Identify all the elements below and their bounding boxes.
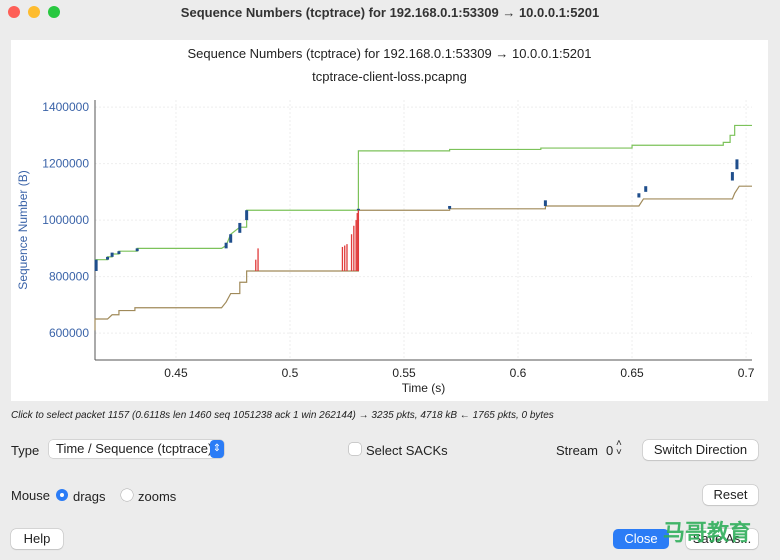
- type-value: Time / Sequence (tcptrace): [56, 441, 213, 456]
- zooms-label: zooms: [138, 489, 177, 504]
- chart-subtitle: tcptrace-client-loss.pcapng: [312, 69, 467, 84]
- watermark-logo: 马哥教育: [663, 520, 752, 545]
- minimize-window-icon[interactable]: [28, 6, 40, 18]
- type-select[interactable]: Time / Sequence (tcptrace) ⇕: [49, 440, 224, 458]
- graph-panel[interactable]: Sequence Numbers (tcptrace) for 192.168.…: [11, 40, 768, 401]
- switch-direction-button[interactable]: Switch Direction: [643, 440, 758, 460]
- close-window-icon[interactable]: [8, 6, 20, 18]
- zooms-radio[interactable]: [121, 489, 133, 501]
- stream-stepper[interactable]: ˄ ˅: [616, 439, 622, 458]
- mouse-label: Mouse: [11, 488, 51, 503]
- title-bar: Sequence Numbers (tcptrace) for 192.168.…: [0, 0, 780, 24]
- chart-title: Sequence Numbers (tcptrace) for 192.168.…: [187, 46, 592, 61]
- help-button[interactable]: Help: [11, 529, 63, 549]
- select-sacks-checkbox[interactable]: [349, 443, 361, 455]
- updown-chevron-icon: ⇕: [210, 440, 224, 458]
- stream-input[interactable]: 0: [606, 443, 613, 458]
- close-button[interactable]: Close: [613, 529, 669, 549]
- zoom-window-icon[interactable]: [48, 6, 60, 18]
- drags-radio[interactable]: [56, 489, 68, 501]
- stream-label: Stream: [556, 443, 598, 458]
- reset-button[interactable]: Reset: [703, 485, 758, 505]
- type-label: Type: [11, 443, 40, 458]
- status-text: Click to select packet 1157 (0.6118s len…: [11, 410, 554, 421]
- window-title: Sequence Numbers (tcptrace) for 192.168.…: [180, 4, 600, 20]
- drags-label: drags: [73, 489, 106, 504]
- window-controls: [8, 6, 60, 18]
- select-sacks-label: Select SACKs: [366, 443, 448, 458]
